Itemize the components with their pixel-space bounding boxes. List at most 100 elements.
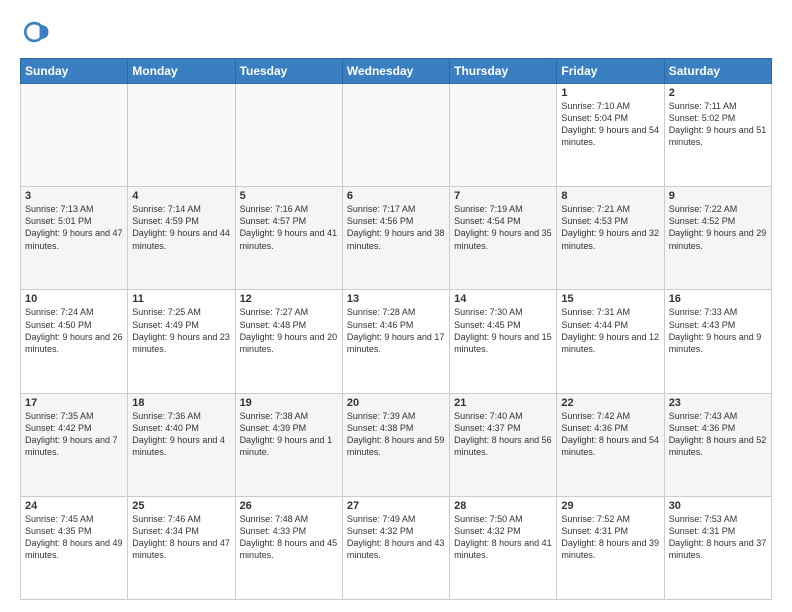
calendar-day: 18Sunrise: 7:36 AM Sunset: 4:40 PM Dayli… bbox=[128, 393, 235, 496]
calendar-day: 9Sunrise: 7:22 AM Sunset: 4:52 PM Daylig… bbox=[664, 187, 771, 290]
day-number: 8 bbox=[561, 190, 659, 202]
calendar-day: 24Sunrise: 7:45 AM Sunset: 4:35 PM Dayli… bbox=[21, 496, 128, 599]
day-info: Sunrise: 7:35 AM Sunset: 4:42 PM Dayligh… bbox=[25, 410, 123, 459]
day-info: Sunrise: 7:38 AM Sunset: 4:39 PM Dayligh… bbox=[240, 410, 338, 459]
day-info: Sunrise: 7:30 AM Sunset: 4:45 PM Dayligh… bbox=[454, 306, 552, 355]
calendar-day: 14Sunrise: 7:30 AM Sunset: 4:45 PM Dayli… bbox=[450, 290, 557, 393]
day-info: Sunrise: 7:45 AM Sunset: 4:35 PM Dayligh… bbox=[25, 513, 123, 562]
day-number: 28 bbox=[454, 500, 552, 512]
col-header-tuesday: Tuesday bbox=[235, 59, 342, 84]
calendar-day: 2Sunrise: 7:11 AM Sunset: 5:02 PM Daylig… bbox=[664, 84, 771, 187]
calendar-day: 7Sunrise: 7:19 AM Sunset: 4:54 PM Daylig… bbox=[450, 187, 557, 290]
day-number: 2 bbox=[669, 87, 767, 99]
col-header-sunday: Sunday bbox=[21, 59, 128, 84]
day-number: 4 bbox=[132, 190, 230, 202]
day-info: Sunrise: 7:46 AM Sunset: 4:34 PM Dayligh… bbox=[132, 513, 230, 562]
day-info: Sunrise: 7:24 AM Sunset: 4:50 PM Dayligh… bbox=[25, 306, 123, 355]
day-number: 3 bbox=[25, 190, 123, 202]
day-info: Sunrise: 7:48 AM Sunset: 4:33 PM Dayligh… bbox=[240, 513, 338, 562]
calendar-day: 12Sunrise: 7:27 AM Sunset: 4:48 PM Dayli… bbox=[235, 290, 342, 393]
logo-icon bbox=[20, 16, 52, 48]
day-number: 6 bbox=[347, 190, 445, 202]
calendar-day: 19Sunrise: 7:38 AM Sunset: 4:39 PM Dayli… bbox=[235, 393, 342, 496]
calendar-week-1: 1Sunrise: 7:10 AM Sunset: 5:04 PM Daylig… bbox=[21, 84, 772, 187]
day-info: Sunrise: 7:52 AM Sunset: 4:31 PM Dayligh… bbox=[561, 513, 659, 562]
col-header-wednesday: Wednesday bbox=[342, 59, 449, 84]
calendar-day: 29Sunrise: 7:52 AM Sunset: 4:31 PM Dayli… bbox=[557, 496, 664, 599]
day-number: 22 bbox=[561, 397, 659, 409]
day-info: Sunrise: 7:19 AM Sunset: 4:54 PM Dayligh… bbox=[454, 203, 552, 252]
calendar-day bbox=[128, 84, 235, 187]
day-number: 7 bbox=[454, 190, 552, 202]
calendar-day: 15Sunrise: 7:31 AM Sunset: 4:44 PM Dayli… bbox=[557, 290, 664, 393]
calendar-day bbox=[21, 84, 128, 187]
calendar-day: 22Sunrise: 7:42 AM Sunset: 4:36 PM Dayli… bbox=[557, 393, 664, 496]
day-number: 25 bbox=[132, 500, 230, 512]
day-number: 9 bbox=[669, 190, 767, 202]
day-number: 26 bbox=[240, 500, 338, 512]
col-header-saturday: Saturday bbox=[664, 59, 771, 84]
day-info: Sunrise: 7:27 AM Sunset: 4:48 PM Dayligh… bbox=[240, 306, 338, 355]
day-info: Sunrise: 7:40 AM Sunset: 4:37 PM Dayligh… bbox=[454, 410, 552, 459]
calendar-day: 6Sunrise: 7:17 AM Sunset: 4:56 PM Daylig… bbox=[342, 187, 449, 290]
day-number: 16 bbox=[669, 293, 767, 305]
calendar-day: 28Sunrise: 7:50 AM Sunset: 4:32 PM Dayli… bbox=[450, 496, 557, 599]
calendar-day: 17Sunrise: 7:35 AM Sunset: 4:42 PM Dayli… bbox=[21, 393, 128, 496]
day-number: 5 bbox=[240, 190, 338, 202]
day-info: Sunrise: 7:39 AM Sunset: 4:38 PM Dayligh… bbox=[347, 410, 445, 459]
day-number: 17 bbox=[25, 397, 123, 409]
day-info: Sunrise: 7:22 AM Sunset: 4:52 PM Dayligh… bbox=[669, 203, 767, 252]
calendar-week-3: 10Sunrise: 7:24 AM Sunset: 4:50 PM Dayli… bbox=[21, 290, 772, 393]
day-number: 15 bbox=[561, 293, 659, 305]
calendar-week-4: 17Sunrise: 7:35 AM Sunset: 4:42 PM Dayli… bbox=[21, 393, 772, 496]
day-number: 1 bbox=[561, 87, 659, 99]
day-number: 20 bbox=[347, 397, 445, 409]
calendar-day: 26Sunrise: 7:48 AM Sunset: 4:33 PM Dayli… bbox=[235, 496, 342, 599]
col-header-thursday: Thursday bbox=[450, 59, 557, 84]
day-number: 13 bbox=[347, 293, 445, 305]
day-number: 19 bbox=[240, 397, 338, 409]
day-number: 21 bbox=[454, 397, 552, 409]
day-info: Sunrise: 7:43 AM Sunset: 4:36 PM Dayligh… bbox=[669, 410, 767, 459]
day-number: 30 bbox=[669, 500, 767, 512]
calendar-day: 20Sunrise: 7:39 AM Sunset: 4:38 PM Dayli… bbox=[342, 393, 449, 496]
day-info: Sunrise: 7:13 AM Sunset: 5:01 PM Dayligh… bbox=[25, 203, 123, 252]
day-number: 29 bbox=[561, 500, 659, 512]
calendar-week-2: 3Sunrise: 7:13 AM Sunset: 5:01 PM Daylig… bbox=[21, 187, 772, 290]
calendar-day bbox=[450, 84, 557, 187]
day-info: Sunrise: 7:16 AM Sunset: 4:57 PM Dayligh… bbox=[240, 203, 338, 252]
calendar-day: 5Sunrise: 7:16 AM Sunset: 4:57 PM Daylig… bbox=[235, 187, 342, 290]
day-info: Sunrise: 7:53 AM Sunset: 4:31 PM Dayligh… bbox=[669, 513, 767, 562]
calendar-day: 30Sunrise: 7:53 AM Sunset: 4:31 PM Dayli… bbox=[664, 496, 771, 599]
day-number: 11 bbox=[132, 293, 230, 305]
calendar-day: 11Sunrise: 7:25 AM Sunset: 4:49 PM Dayli… bbox=[128, 290, 235, 393]
calendar-day bbox=[235, 84, 342, 187]
day-number: 10 bbox=[25, 293, 123, 305]
day-info: Sunrise: 7:36 AM Sunset: 4:40 PM Dayligh… bbox=[132, 410, 230, 459]
day-info: Sunrise: 7:10 AM Sunset: 5:04 PM Dayligh… bbox=[561, 100, 659, 149]
calendar-day: 21Sunrise: 7:40 AM Sunset: 4:37 PM Dayli… bbox=[450, 393, 557, 496]
page: SundayMondayTuesdayWednesdayThursdayFrid… bbox=[0, 0, 792, 612]
header bbox=[20, 16, 772, 48]
day-info: Sunrise: 7:33 AM Sunset: 4:43 PM Dayligh… bbox=[669, 306, 767, 355]
day-number: 27 bbox=[347, 500, 445, 512]
day-number: 12 bbox=[240, 293, 338, 305]
day-info: Sunrise: 7:49 AM Sunset: 4:32 PM Dayligh… bbox=[347, 513, 445, 562]
col-header-monday: Monday bbox=[128, 59, 235, 84]
logo bbox=[20, 16, 56, 48]
calendar-day: 16Sunrise: 7:33 AM Sunset: 4:43 PM Dayli… bbox=[664, 290, 771, 393]
calendar-day bbox=[342, 84, 449, 187]
day-number: 14 bbox=[454, 293, 552, 305]
calendar-day: 3Sunrise: 7:13 AM Sunset: 5:01 PM Daylig… bbox=[21, 187, 128, 290]
day-info: Sunrise: 7:14 AM Sunset: 4:59 PM Dayligh… bbox=[132, 203, 230, 252]
calendar-day: 25Sunrise: 7:46 AM Sunset: 4:34 PM Dayli… bbox=[128, 496, 235, 599]
calendar-table: SundayMondayTuesdayWednesdayThursdayFrid… bbox=[20, 58, 772, 600]
col-header-friday: Friday bbox=[557, 59, 664, 84]
day-number: 18 bbox=[132, 397, 230, 409]
calendar-day: 4Sunrise: 7:14 AM Sunset: 4:59 PM Daylig… bbox=[128, 187, 235, 290]
calendar-day: 1Sunrise: 7:10 AM Sunset: 5:04 PM Daylig… bbox=[557, 84, 664, 187]
calendar-header-row: SundayMondayTuesdayWednesdayThursdayFrid… bbox=[21, 59, 772, 84]
day-info: Sunrise: 7:50 AM Sunset: 4:32 PM Dayligh… bbox=[454, 513, 552, 562]
calendar-day: 13Sunrise: 7:28 AM Sunset: 4:46 PM Dayli… bbox=[342, 290, 449, 393]
day-info: Sunrise: 7:42 AM Sunset: 4:36 PM Dayligh… bbox=[561, 410, 659, 459]
